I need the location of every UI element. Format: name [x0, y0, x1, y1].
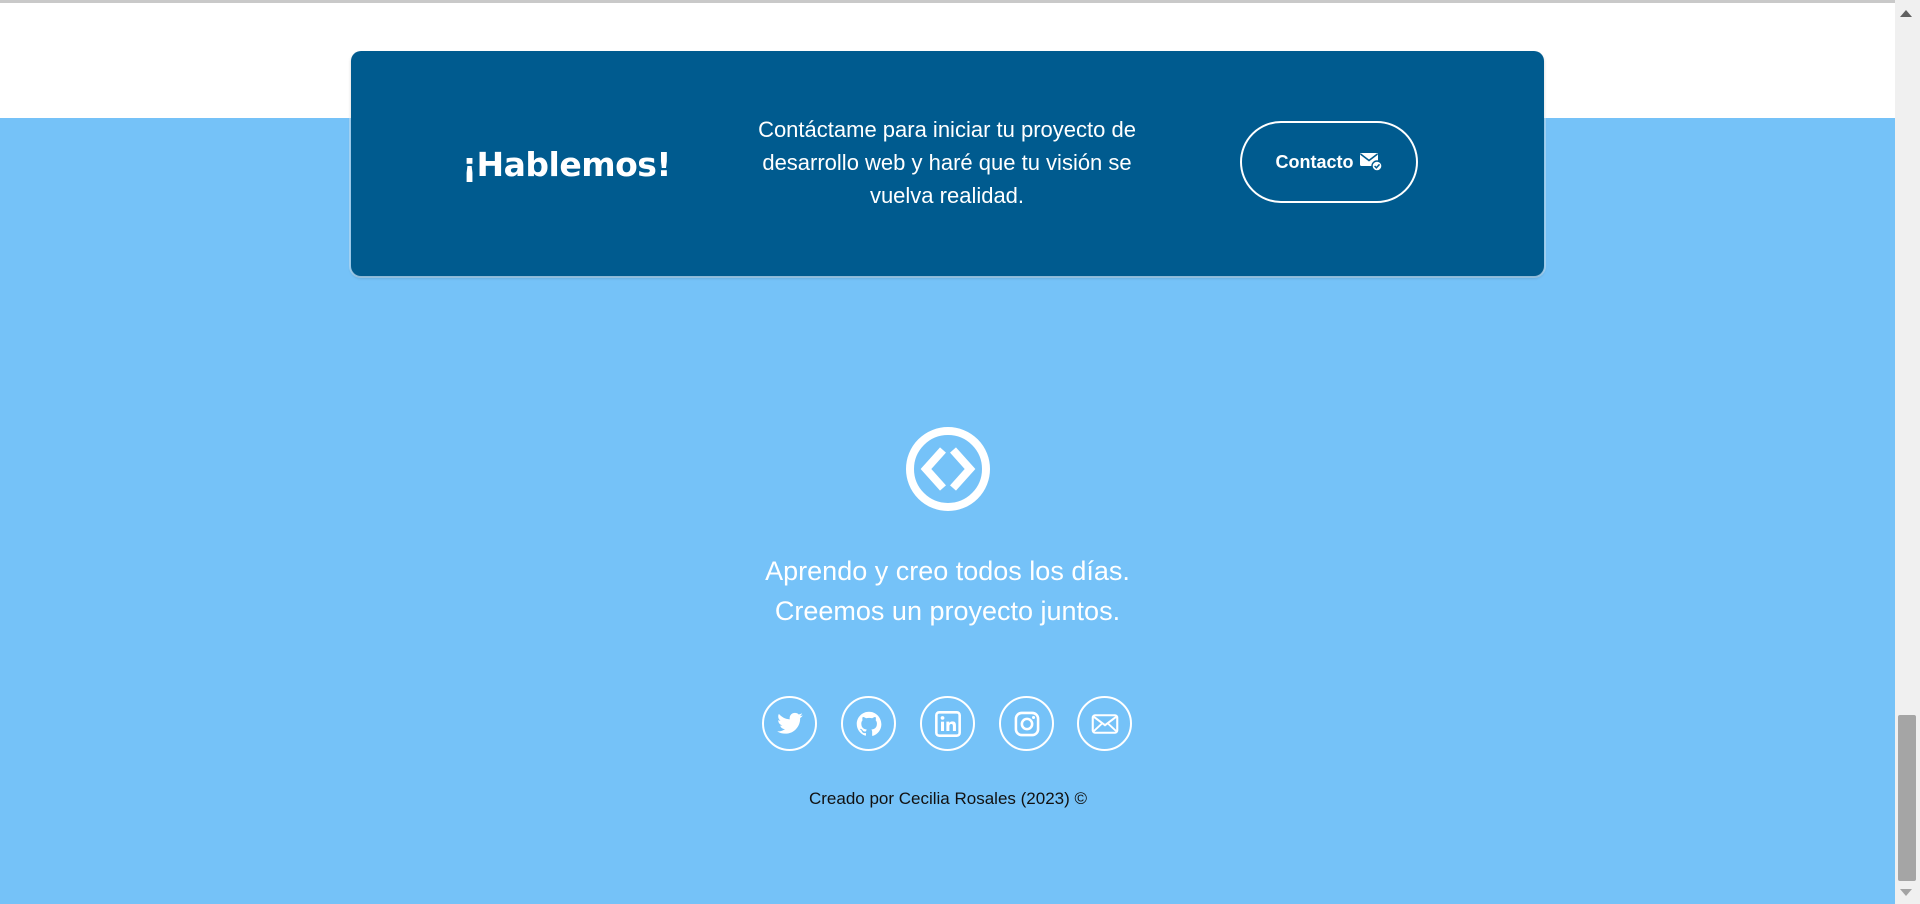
footer-credits: Creado por Cecilia Rosales (2023) ©: [808, 789, 1088, 808]
page: ¡Hablemos! Contáctame para iniciar tu pr…: [0, 0, 1920, 904]
code-circle-icon: [906, 427, 990, 511]
mail-check-icon: [1359, 150, 1383, 172]
cta-description: Contáctame para iniciar tu proyecto de d…: [758, 117, 1136, 208]
contact-button-label: Contacto: [1275, 151, 1354, 172]
envelope-icon: [1091, 713, 1118, 734]
tagline-line-1: Aprendo y creo todos los días.: [765, 556, 1130, 586]
scroll-up-arrow-icon[interactable]: [1900, 10, 1912, 17]
contact-button[interactable]: Contacto: [1240, 121, 1418, 203]
github-link[interactable]: [841, 696, 896, 751]
instagram-icon: [1014, 711, 1039, 736]
top-border: [0, 0, 1895, 3]
social-links: [760, 696, 1136, 754]
scroll-down-arrow-icon[interactable]: [1900, 889, 1912, 896]
linkedin-icon: [934, 710, 961, 737]
email-link[interactable]: [1077, 696, 1132, 751]
scrollbar-thumb[interactable]: [1898, 715, 1916, 881]
instagram-link[interactable]: [999, 696, 1054, 751]
twitter-link[interactable]: [762, 696, 817, 751]
twitter-icon: [776, 712, 803, 734]
tagline-line-2: Creemos un proyecto juntos.: [774, 596, 1121, 626]
cta-title: ¡Hablemos!: [461, 145, 672, 184]
linkedin-link[interactable]: [920, 696, 975, 751]
github-icon: [856, 711, 881, 736]
footer-tagline: Aprendo y creo todos los días. Creemos u…: [660, 551, 1235, 631]
